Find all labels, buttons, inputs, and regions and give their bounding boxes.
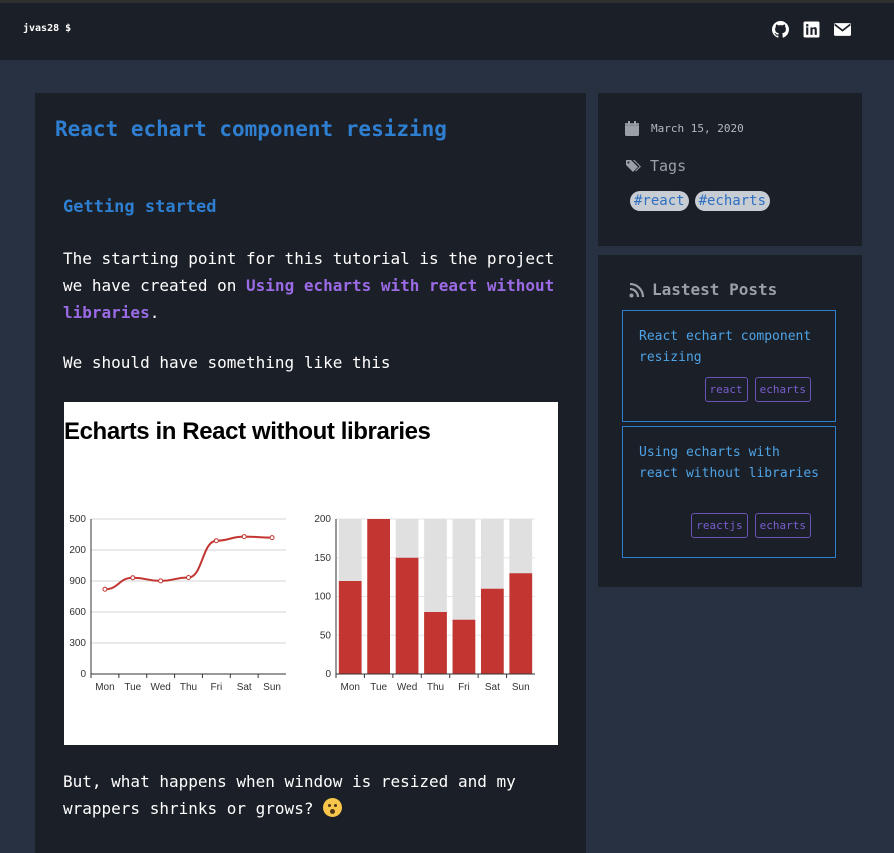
bar-chart-ytick-label: 150 xyxy=(314,553,331,564)
tag-pill-react[interactable]: #react xyxy=(630,191,689,211)
bar-chart-xtick-label: Thu xyxy=(427,682,444,693)
date-row: March 15, 2020 xyxy=(625,121,744,136)
line-point xyxy=(269,535,275,541)
post-tag[interactable]: echarts xyxy=(754,377,811,402)
bar xyxy=(338,581,362,674)
question-paragraph: But, what happens when window is resized… xyxy=(63,768,563,822)
tag-pill-echarts[interactable]: #echarts xyxy=(694,191,771,211)
bar-chart-xtick-label: Mon xyxy=(340,682,359,693)
latest-posts-heading: Lastest Posts xyxy=(629,280,777,299)
tags-icon xyxy=(626,160,641,172)
intro-paragraph: The starting point for this tutorial is … xyxy=(63,245,563,326)
line-point xyxy=(241,534,247,540)
github-icon[interactable] xyxy=(772,21,789,38)
latest-post-item[interactable]: React echart component resizing react ec… xyxy=(622,310,836,422)
line-chart-xtick-label: Fri xyxy=(211,682,223,693)
line-point xyxy=(158,578,164,584)
hushed-face-emoji xyxy=(323,798,343,817)
brand-link[interactable]: jvas28 $ xyxy=(23,23,71,34)
calendar-icon xyxy=(625,121,639,136)
bar xyxy=(452,619,476,674)
post-tag[interactable]: reactjs xyxy=(691,513,748,538)
line-chart-ytick-label: 900 xyxy=(69,576,86,587)
line-chart-xtick-label: Sat xyxy=(237,682,252,693)
post-title: React echart component resizing xyxy=(55,117,447,141)
latest-post-link[interactable]: Using echarts with react without librari… xyxy=(639,442,819,484)
bar-chart-ytick-label: 0 xyxy=(325,669,331,680)
bar-chart-xtick-label: Wed xyxy=(397,682,417,693)
second-paragraph: We should have something like this xyxy=(63,353,391,372)
post-date: March 15, 2020 xyxy=(651,122,744,135)
echarts-screenshot-figure: Echarts in React without libraries 0 300 6… xyxy=(64,402,558,745)
bar xyxy=(509,573,533,674)
bar-chart-xtick-label: Sun xyxy=(512,682,530,693)
line-chart-ytick-label: 300 xyxy=(69,638,86,649)
line-chart-xtick-label: Tue xyxy=(124,682,141,693)
bar-chart-xtick-label: Fri xyxy=(458,682,470,693)
envelope-icon[interactable] xyxy=(834,21,851,38)
latest-post-tags: react echarts xyxy=(704,377,811,402)
line-chart-ytick-label: 600 xyxy=(69,607,86,618)
bar-chart-xtick-label: Sat xyxy=(485,682,500,693)
line-point xyxy=(102,586,108,592)
rss-icon xyxy=(629,282,645,297)
bar-chart-ytick-label: 50 xyxy=(320,630,332,641)
latest-post-link[interactable]: React echart component resizing xyxy=(639,326,819,368)
line-point xyxy=(213,538,219,544)
bar xyxy=(424,612,447,674)
bar-chart-ytick-label: 200 xyxy=(314,514,331,525)
tags-label: Tags xyxy=(650,157,687,175)
line-point xyxy=(186,574,191,580)
question-text: But, what happens when window is resized… xyxy=(63,772,516,818)
post-tag[interactable]: echarts xyxy=(754,513,811,538)
line-chart-xtick-label: Mon xyxy=(95,682,114,693)
tag-pills: #react #echarts xyxy=(630,191,771,211)
line-chart-ytick-label: 200 xyxy=(69,545,86,556)
line-chart-xtick-label: Sun xyxy=(263,682,281,693)
latest-post-item[interactable]: Using echarts with react without librari… xyxy=(622,426,836,558)
intro-text-end: . xyxy=(149,303,160,322)
post-meta-card: March 15, 2020 Tags #react #echarts xyxy=(598,93,862,246)
line-chart-xtick-label: Wed xyxy=(150,682,170,693)
line-chart-xtick-label: Thu xyxy=(180,682,197,693)
section-heading: Getting started xyxy=(63,197,217,217)
bar xyxy=(480,588,504,674)
bar xyxy=(395,557,419,674)
post-tag[interactable]: react xyxy=(704,377,748,402)
linkedin-icon[interactable] xyxy=(803,21,820,38)
navbar: jvas28 $ xyxy=(0,3,894,60)
latest-posts-title: Lastest Posts xyxy=(652,280,778,299)
line-point xyxy=(130,575,136,581)
line-chart-ytick-label: 0 xyxy=(80,669,86,680)
figure-charts: 0 300 600 900 200 500 Mon Tue Wed Thu Fri Sat Sun 0 50… xyxy=(69,514,535,693)
bar xyxy=(367,519,391,674)
bar-chart-xtick-label: Tue xyxy=(370,682,387,693)
tags-heading: Tags xyxy=(626,157,686,175)
line-chart-ytick-label: 500 xyxy=(69,514,86,525)
latest-posts-card: Lastest Posts React echart component res… xyxy=(598,255,862,587)
post-article: React echart component resizing Getting … xyxy=(35,93,586,853)
social-links xyxy=(772,21,851,38)
latest-post-tags: reactjs echarts xyxy=(691,513,811,538)
bar-chart-ytick-label: 100 xyxy=(314,592,331,603)
